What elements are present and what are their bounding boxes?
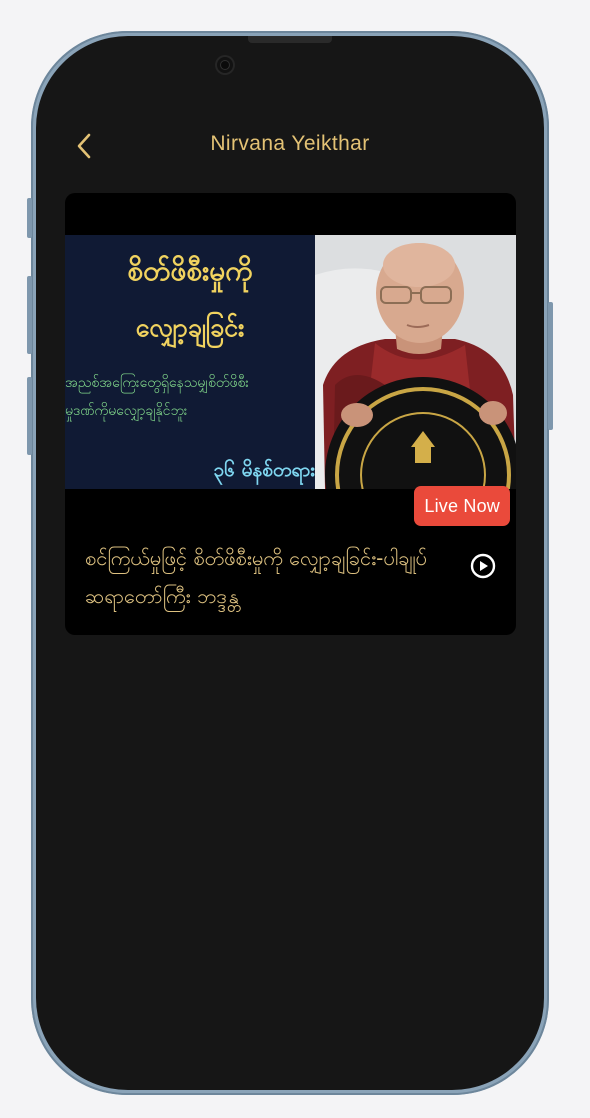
volume-down-button bbox=[27, 377, 32, 455]
speaker-notch bbox=[248, 36, 332, 43]
mute-switch bbox=[27, 198, 32, 238]
app-screen: Nirvana Yeikthar စိတ်ဖိစီးမှုကို လျှော့ခ… bbox=[36, 36, 544, 1090]
thumbnail-duration: ၃၆ မိနစ်တရား bbox=[213, 459, 315, 481]
navigation-bar: Nirvana Yeikthar bbox=[36, 128, 544, 164]
thumbnail-title-line2: လျှော့ချခြင်း bbox=[135, 313, 245, 342]
live-now-badge: Live Now bbox=[414, 486, 510, 526]
thumbnail-subtitle: အညစ်အကြေးတွေရှိနေသမျှစိတ်ဖိစီး မှုဒဏ်ကို… bbox=[65, 375, 249, 419]
video-card[interactable]: စိတ်ဖိစီးမှုကို လျှော့ချခြင်း အညစ်အကြေးတ… bbox=[65, 193, 516, 635]
video-thumbnail[interactable]: စိတ်ဖိစီးမှုကို လျှော့ချခြင်း အညစ်အကြေးတ… bbox=[65, 235, 516, 489]
video-title[interactable]: စင်ကြယ်မှုဖြင့် စိတ်ဖိစီးမှုကို လျှော့ချ… bbox=[85, 539, 435, 615]
thumbnail-title-line1: စိတ်ဖိစီးမှုကို bbox=[127, 254, 253, 287]
play-circle-icon[interactable] bbox=[470, 553, 496, 579]
page-title: Nirvana Yeikthar bbox=[210, 132, 370, 155]
power-button bbox=[548, 302, 553, 430]
front-camera bbox=[215, 55, 235, 75]
monk-portrait bbox=[315, 235, 516, 489]
thumbnail-text-panel: စိတ်ဖိစီးမှုကို လျှော့ချခြင်း အညစ်အကြေးတ… bbox=[65, 235, 315, 489]
volume-up-button bbox=[27, 276, 32, 354]
